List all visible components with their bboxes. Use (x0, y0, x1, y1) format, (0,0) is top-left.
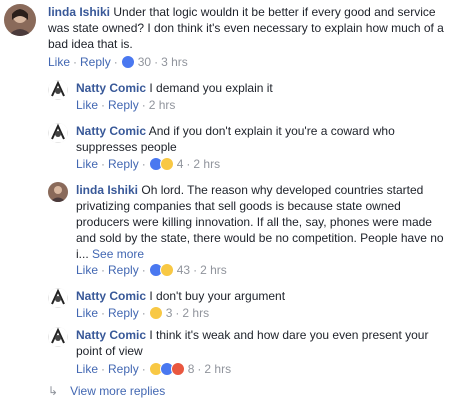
avatar-linda[interactable] (48, 182, 68, 202)
reaction-count[interactable]: 3 (166, 305, 173, 321)
commenter-name[interactable]: Natty Comic (76, 289, 146, 303)
see-more-link[interactable]: See more (92, 247, 144, 261)
avatar-linda[interactable] (4, 4, 36, 36)
reaction-count[interactable]: 8 (188, 361, 195, 377)
reply-link[interactable]: Reply (108, 305, 139, 321)
reactions[interactable] (120, 55, 135, 69)
reaction-count[interactable]: 4 (177, 156, 184, 172)
commenter-name[interactable]: Natty Comic (76, 81, 146, 95)
angry-reaction-icon (170, 362, 185, 376)
like-link[interactable]: Like (48, 54, 70, 70)
commenter-name[interactable]: linda Ishiki (48, 5, 110, 19)
reactions[interactable] (148, 306, 163, 320)
reaction-count[interactable]: 30 (138, 54, 151, 70)
haha-reaction-icon (148, 306, 163, 320)
comment-text: I don't buy your argument (149, 289, 286, 303)
like-link[interactable]: Like (76, 361, 98, 377)
commenter-name[interactable]: Natty Comic (76, 328, 146, 342)
like-link[interactable]: Like (76, 97, 98, 113)
commenter-name[interactable]: Natty Comic (76, 124, 146, 138)
timestamp[interactable]: 2 hrs (193, 156, 220, 172)
reactions[interactable] (148, 157, 174, 171)
commenter-name[interactable]: linda Ishiki (76, 183, 138, 197)
timestamp[interactable]: 2 hrs (182, 305, 209, 321)
reply-link[interactable]: Reply (108, 156, 139, 172)
timestamp[interactable]: 2 hrs (200, 262, 227, 278)
reply-link[interactable]: Reply (108, 361, 139, 377)
reactions[interactable] (148, 263, 174, 277)
comment-text: I demand you explain it (149, 81, 273, 95)
timestamp[interactable]: 3 hrs (161, 54, 188, 70)
reply-link[interactable]: Reply (108, 97, 139, 113)
reply-arrow-icon: ↳ (48, 384, 59, 398)
timestamp[interactable]: 2 hrs (149, 97, 176, 113)
like-link[interactable]: Like (76, 156, 98, 172)
view-more-replies-button[interactable]: ↳ View more replies (48, 384, 165, 398)
reactions[interactable] (148, 362, 185, 376)
avatar-natty[interactable] (48, 80, 68, 100)
haha-reaction-icon (159, 157, 174, 171)
like-link[interactable]: Like (76, 262, 98, 278)
reply-link[interactable]: Reply (80, 54, 111, 70)
view-more-replies-label[interactable]: View more replies (70, 384, 165, 398)
like-link[interactable]: Like (76, 305, 98, 321)
haha-reaction-icon (159, 263, 174, 277)
timestamp[interactable]: 2 hrs (204, 361, 231, 377)
reaction-count[interactable]: 43 (177, 262, 190, 278)
like-reaction-icon (120, 55, 135, 69)
reply-link[interactable]: Reply (108, 262, 139, 278)
avatar-natty[interactable] (48, 288, 68, 308)
avatar-natty[interactable] (48, 327, 68, 347)
avatar-natty[interactable] (48, 123, 68, 143)
